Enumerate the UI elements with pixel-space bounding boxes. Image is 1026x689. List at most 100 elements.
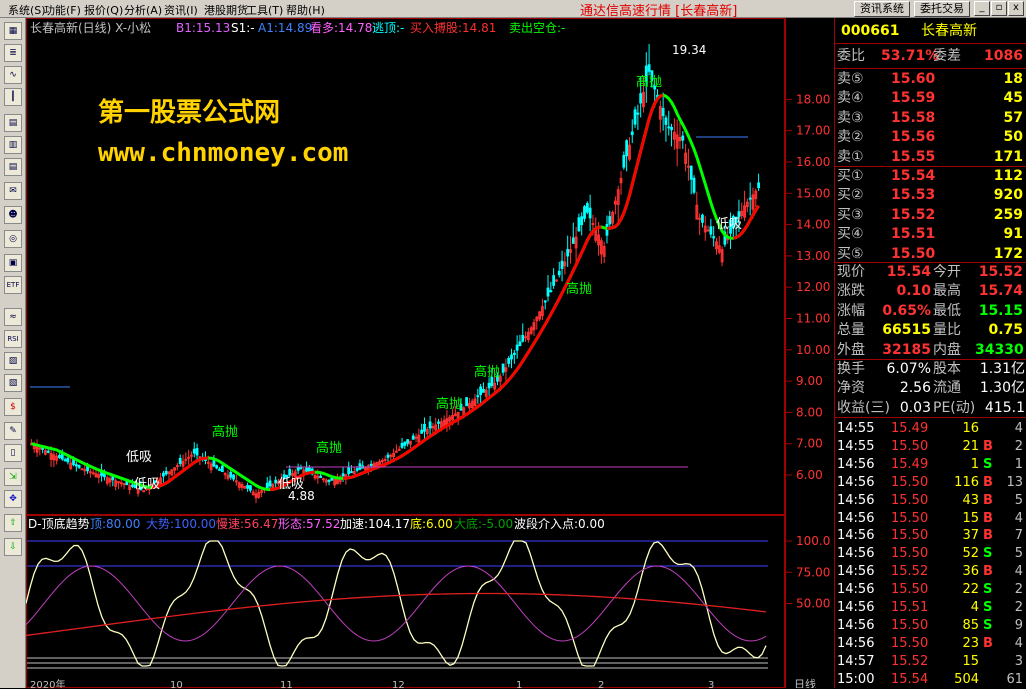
users-icon[interactable]: ☻: [4, 206, 22, 224]
dashi-value: 大势:100.00: [146, 517, 216, 531]
left-toolbar: ▦ ≣ ∿ ┃ ▤ ▥ ▤ ✉ ☻ ◎ ▣ ETF ≈ RSI ▨ ▧ $ ✎ …: [0, 18, 26, 688]
bars-icon[interactable]: ▧: [4, 374, 22, 392]
low-buy-label: 低吸: [134, 477, 160, 492]
fund-row: 换手 6.07% 股本 1.31亿: [837, 361, 1025, 377]
candle-body: [670, 126, 673, 131]
ding-value: 顶:80.00: [90, 517, 140, 531]
wave-icon[interactable]: ≈: [4, 308, 22, 326]
candle-body: [119, 482, 123, 485]
fund-row: 收益(三) 0.03 PE(动) 415.1: [837, 399, 1025, 416]
menu-item-1[interactable]: 功能(F): [44, 2, 81, 18]
candle-body: [268, 480, 272, 487]
menu-item-7[interactable]: 帮助(H): [286, 2, 325, 18]
kanduo-value: 看多:14.78: [310, 21, 372, 35]
price-label: 7.00: [796, 437, 823, 451]
candlestick-icon[interactable]: ┃: [4, 88, 22, 106]
candle-body: [543, 300, 547, 303]
candle-body: [164, 470, 168, 475]
chart-title: 长春高新(日线) X-小松: [30, 20, 151, 35]
minimize-button[interactable]: _: [974, 1, 990, 16]
candle-body: [176, 465, 179, 468]
tick-row: 14:55 15.50 21 B 2: [837, 438, 1023, 454]
bid-row: 买⑤ 15.50 172: [837, 245, 1023, 262]
rsi-icon[interactable]: RSI: [4, 330, 22, 348]
candle-body: [77, 464, 81, 468]
wrench-icon[interactable]: ✎: [4, 422, 22, 440]
watermark-url: www.chnmoney.com: [98, 138, 349, 168]
window-icon[interactable]: ▣: [4, 254, 22, 272]
webi-row: 委比 53.71% 委差 1086: [837, 48, 1023, 64]
candle-body: [689, 165, 693, 180]
menu-item-5[interactable]: 港股期货: [204, 2, 248, 18]
candle-body: [681, 135, 685, 141]
down-arrow-icon[interactable]: ⇩: [4, 538, 22, 556]
export-icon[interactable]: ⇲: [4, 468, 22, 486]
stock-header: 000661 长春高新: [835, 22, 1026, 41]
candle-body: [414, 436, 418, 439]
candle-body: [72, 459, 75, 466]
ask-row: 卖② 15.56 50: [837, 129, 1023, 146]
candle-body: [647, 64, 651, 72]
candle-body: [198, 456, 202, 459]
table-icon[interactable]: ▥: [4, 136, 22, 154]
candle-body: [265, 482, 269, 489]
tick-row: 14:56 15.52 36 B 4: [837, 564, 1023, 580]
candle-body: [406, 439, 410, 444]
menu-item-6[interactable]: 工具(T): [246, 2, 283, 18]
tick-row: 14:55 15.49 16 4: [837, 421, 1023, 436]
up-arrow-icon[interactable]: ⇧: [4, 514, 22, 532]
chart-icon[interactable]: ▨: [4, 352, 22, 370]
candle-body: [58, 454, 61, 459]
menu-item-2[interactable]: 报价(Q): [84, 2, 123, 18]
report-icon[interactable]: ▤: [4, 114, 22, 132]
dollar-icon[interactable]: $: [4, 398, 22, 416]
close-button[interactable]: x: [1008, 1, 1024, 16]
high-price-label: 19.34: [672, 43, 706, 57]
candle-body: [482, 388, 485, 393]
grid-view-icon[interactable]: ▦: [4, 22, 22, 40]
high-sell-label: 高抛: [566, 281, 592, 297]
news-system-button[interactable]: 资讯系统: [854, 1, 910, 17]
stat-row: 外盘 32185 内盘 34330: [837, 341, 1024, 358]
menu-item-4[interactable]: 资讯(I): [164, 2, 198, 18]
candle-body: [577, 217, 581, 232]
candle-body: [66, 457, 70, 463]
candle-body: [299, 466, 303, 470]
list-view-icon[interactable]: ≣: [4, 44, 22, 62]
stat-row: 总量 66515 量比 0.75: [837, 322, 1023, 339]
di-value: 底:6.00: [410, 516, 453, 531]
price-label: 8.00: [796, 405, 823, 419]
candle-body: [88, 471, 92, 474]
candle-body: [487, 382, 491, 389]
candle-body: [712, 236, 716, 239]
line-chart-icon[interactable]: ∿: [4, 66, 22, 84]
ask-row: 卖④ 15.59 45: [837, 90, 1023, 107]
candle-body: [397, 448, 401, 451]
period-label: 日线: [794, 677, 816, 688]
candle-body: [369, 463, 373, 466]
candle-body: [667, 126, 671, 129]
candle-body: [249, 485, 252, 491]
candle-body: [698, 217, 702, 220]
candle-body: [518, 341, 522, 347]
stat-row: 涨跌 0.10 最高 15.74: [837, 283, 1023, 300]
doc-icon[interactable]: ▯: [4, 444, 22, 462]
candle-body: [341, 473, 345, 477]
news-icon[interactable]: ✉: [4, 182, 22, 200]
date-label: 12: [392, 680, 405, 688]
candle-body: [515, 344, 519, 351]
move-icon[interactable]: ✥: [4, 490, 22, 508]
etf-icon[interactable]: ETF: [4, 276, 22, 294]
indicator-name: D-顶底趋势: [28, 516, 90, 531]
candle-body: [111, 476, 115, 481]
ask-row: 卖① 15.55 171: [837, 148, 1023, 165]
sheet-icon[interactable]: ▤: [4, 158, 22, 176]
restore-button[interactable]: ▫: [991, 1, 1007, 16]
trade-button[interactable]: 委托交易: [914, 1, 970, 17]
menu-item-0[interactable]: 系统(S): [8, 2, 46, 18]
price-label: 6.00: [796, 468, 823, 482]
quote-panel: 000661 长春高新 委比 53.71% 委差 1086 卖⑤ 15.60 18 卖…: [834, 18, 1026, 688]
menu-item-3[interactable]: 分析(A): [124, 2, 162, 18]
compass-icon[interactable]: ◎: [4, 230, 22, 248]
candle-body: [420, 429, 424, 434]
